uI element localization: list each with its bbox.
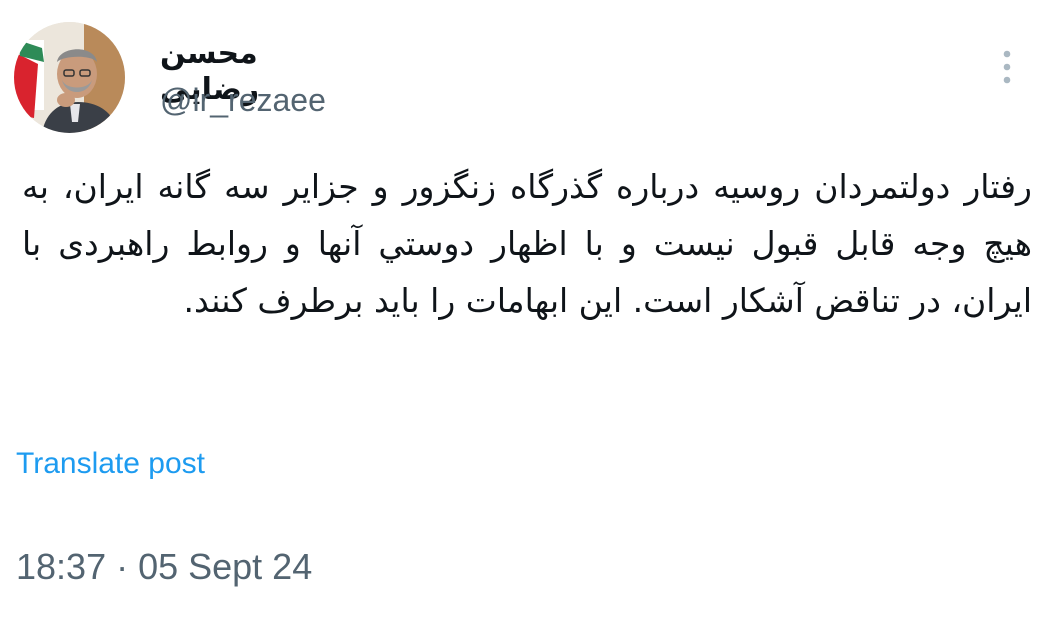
profile-photo bbox=[14, 22, 125, 133]
more-options-button[interactable] bbox=[990, 46, 1024, 90]
avatar[interactable] bbox=[14, 22, 125, 133]
tweet-text: رفتار دولتمردان روسیه درباره گذرگاه زنگز… bbox=[22, 167, 1032, 320]
author-handle[interactable]: @ir_rezaee bbox=[160, 80, 326, 120]
more-vertical-icon bbox=[1003, 50, 1011, 84]
tweet-card: محسن رضایی @ir_rezaee رفتار دولتمردان رو… bbox=[0, 0, 1046, 618]
translate-post-link[interactable]: Translate post bbox=[16, 445, 205, 483]
tweet-timestamp[interactable]: 18:37 · 05 Sept 24 bbox=[16, 545, 312, 589]
